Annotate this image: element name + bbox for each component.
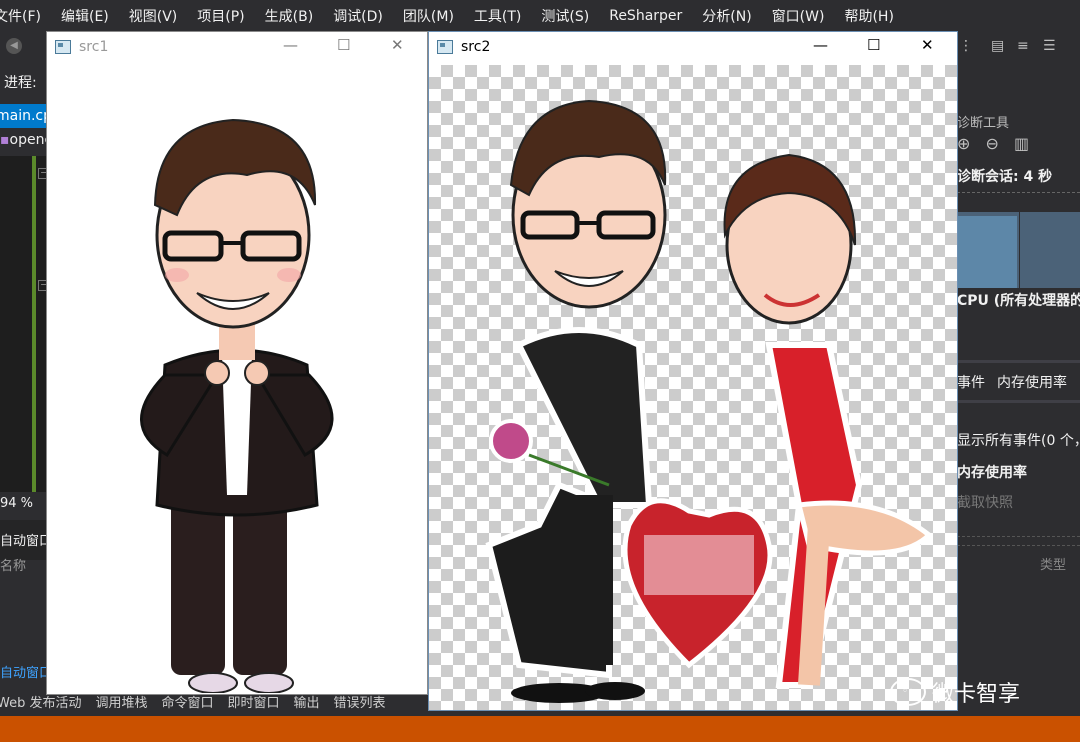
wechat-icon: ◦◦ xyxy=(890,678,926,706)
maximize-button[interactable]: ☐ xyxy=(337,36,350,54)
panel-toolbar: ⋮ ▤ ≡ ☰ xyxy=(957,34,1080,62)
indent-icon[interactable]: ≡ xyxy=(1017,38,1029,54)
memory-graph-fill xyxy=(957,216,1017,288)
cpu-title-text: CPU (所有处理器的百分比) xyxy=(957,293,1080,309)
window-icon xyxy=(437,40,453,54)
memory-usage-title: 内存使用率 xyxy=(957,462,1080,482)
menu-file[interactable]: 文件(F) xyxy=(0,6,51,26)
menu-build[interactable]: 生成(B) xyxy=(255,6,324,26)
zoom-in-icon[interactable]: ⊕ xyxy=(957,134,970,153)
menu-bar: 文件(F) 编辑(E) 视图(V) 项目(P) 生成(B) 调试(D) 团队(M… xyxy=(0,0,1080,32)
watermark-text: 微卡智享 xyxy=(932,682,1021,707)
tab-main-cpp[interactable]: main.cpp xyxy=(0,104,48,128)
process-label: 进程: xyxy=(4,75,37,91)
separator xyxy=(957,360,1080,363)
events-summary-text: 显示所有事件(0 个，共 0 个) xyxy=(957,433,1080,449)
splitter[interactable] xyxy=(957,536,1080,546)
tab-memory-usage[interactable]: 内存使用率 xyxy=(997,375,1067,391)
watermark: ◦◦ 微卡智享 xyxy=(890,676,1020,708)
window-title: src2 xyxy=(461,39,491,55)
timeline-ruler xyxy=(957,190,1080,193)
tab-auto-window[interactable]: 自动窗口 xyxy=(0,662,52,681)
document-icon[interactable]: ▤ xyxy=(991,38,1004,54)
titlebar[interactable]: src1 — ☐ ✕ xyxy=(47,32,427,64)
menu-view[interactable]: 视图(V) xyxy=(119,6,188,26)
menu-project[interactable]: 项目(P) xyxy=(187,6,254,26)
menu-help[interactable]: 帮助(H) xyxy=(834,6,903,26)
image-canvas[interactable] xyxy=(47,65,427,694)
menu-analyze[interactable]: 分析(N) xyxy=(692,6,761,26)
diag-tabs: 事件 内存使用率 xyxy=(957,372,1079,392)
menu-test[interactable]: 测试(S) xyxy=(531,6,599,26)
menu-debug[interactable]: 调试(D) xyxy=(323,6,393,26)
cpu-title: CPU (所有处理器的百分比) xyxy=(957,290,1080,310)
menu-edit[interactable]: 编辑(E) xyxy=(51,6,119,26)
back-icon[interactable]: ◀ xyxy=(6,38,22,54)
code-editor[interactable]: − − xyxy=(0,156,49,492)
session-duration: 诊断会话: 4 秒 xyxy=(957,166,1080,186)
editor-zoom[interactable]: 94 % xyxy=(0,496,33,511)
maximize-button[interactable]: ☐ xyxy=(867,36,880,54)
menu-team[interactable]: 团队(M) xyxy=(393,6,464,26)
file-selector[interactable]: ▪opencv xyxy=(0,132,48,154)
name-column-header: 名称 xyxy=(0,559,27,574)
window-title: src1 xyxy=(79,39,109,55)
change-margin xyxy=(32,156,36,492)
events-summary[interactable]: 显示所有事件(0 个，共 0 个) xyxy=(957,430,1080,450)
window-icon xyxy=(55,40,71,54)
diagnostics-panel: ⋮ ▤ ≡ ☰ 诊断工具 ⊕ ⊖ ▥ 诊断会话: 4 秒 CPU (所有处理器的… xyxy=(957,32,1080,716)
reset-zoom-icon[interactable]: ▥ xyxy=(1014,134,1029,153)
file-selector-label: opencv xyxy=(9,132,49,148)
type-column-header: 类型 xyxy=(1040,558,1067,573)
panel-header: 诊断工具 xyxy=(957,112,1080,131)
memory-usage-title-text: 内存使用率 xyxy=(957,465,1027,481)
zoom-controls: ⊕ ⊖ ▥ xyxy=(957,134,1039,153)
memory-graph xyxy=(957,212,1080,288)
minimize-button[interactable]: — xyxy=(283,36,298,54)
file-icon: ▪ xyxy=(0,132,10,148)
image-window-src2[interactable]: src2 — ☐ ✕ xyxy=(428,31,958,711)
session-duration-text: 诊断会话: 4 秒 xyxy=(957,169,1053,185)
titlebar[interactable]: src2 — ☐ ✕ xyxy=(429,32,957,64)
auto-window-title: 自动窗口 xyxy=(0,534,53,549)
separator xyxy=(957,400,1080,403)
grip-icon: ⋮ xyxy=(959,38,973,54)
status-bar xyxy=(0,716,1080,742)
zoom-out-icon[interactable]: ⊖ xyxy=(986,134,999,153)
menu-window[interactable]: 窗口(W) xyxy=(762,6,835,26)
panel-header-text: 诊断工具 xyxy=(957,116,1010,131)
image-window-src1[interactable]: src1 — ☐ ✕ xyxy=(46,31,428,695)
close-button[interactable]: ✕ xyxy=(921,36,934,54)
image-canvas[interactable] xyxy=(429,65,957,710)
take-snapshot-label: 截取快照 xyxy=(957,495,1013,511)
menu-tools[interactable]: 工具(T) xyxy=(464,6,531,26)
couple-cartoon-image xyxy=(485,99,933,703)
tab-main-cpp-label: main.cpp xyxy=(0,108,48,124)
comment-icon[interactable]: ☰ xyxy=(1043,38,1056,54)
graph-divider xyxy=(1019,212,1020,288)
tab-events[interactable]: 事件 xyxy=(957,375,985,391)
minimize-button[interactable]: — xyxy=(813,36,828,54)
close-button[interactable]: ✕ xyxy=(391,36,404,54)
menu-resharper[interactable]: ReSharper xyxy=(599,8,692,24)
take-snapshot-button[interactable]: 截取快照 xyxy=(957,492,1080,512)
groom-cartoon-image xyxy=(140,118,334,694)
